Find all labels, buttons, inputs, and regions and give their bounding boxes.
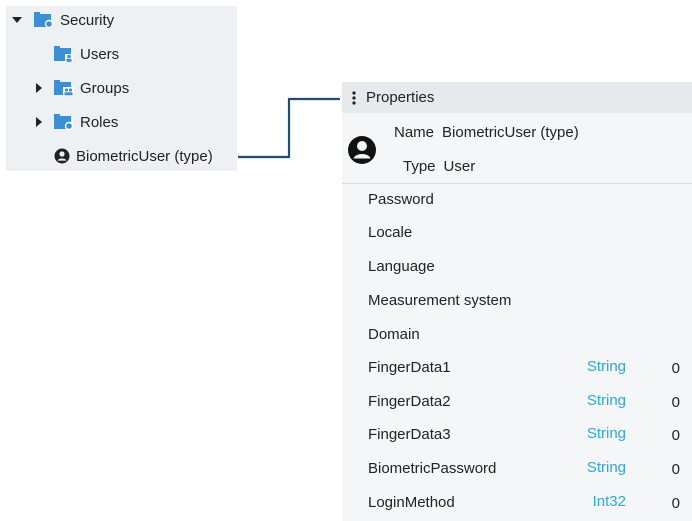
property-row-loginmethod[interactable]: LoginMethod Int32 0 xyxy=(342,487,692,520)
property-name: LoginMethod xyxy=(368,494,455,511)
tree-item-label: Security xyxy=(60,11,115,29)
tree-item-label: Users xyxy=(80,45,120,63)
property-row-fingerdata3[interactable]: FingerData3 String 0 xyxy=(342,419,692,452)
property-name: BiometricPassword xyxy=(368,460,497,477)
property-name: Password xyxy=(368,191,434,208)
folder-user-icon xyxy=(54,46,74,62)
property-name: FingerData2 xyxy=(368,393,451,410)
property-row-fingerdata1[interactable]: FingerData1 String 0 xyxy=(342,352,692,385)
tree-item-roles[interactable]: Roles xyxy=(32,108,118,136)
user-circle-icon xyxy=(54,148,70,164)
property-name: Language xyxy=(368,258,435,275)
info-type-line: Type User xyxy=(403,155,475,177)
user-circle-icon xyxy=(347,135,377,165)
property-type: Int32 xyxy=(592,493,626,510)
tree-item-label: BiometricUser (type) xyxy=(76,147,213,165)
name-key: Name xyxy=(394,123,435,141)
property-row-fingerdata2[interactable]: FingerData2 String 0 xyxy=(342,386,692,419)
property-type: String xyxy=(586,392,626,409)
more-vertical-icon[interactable] xyxy=(342,82,366,113)
tree-item-biometricuser[interactable]: BiometricUser (type) xyxy=(54,142,213,170)
properties-panel: Properties Name BiometricUser (type) Typ… xyxy=(342,82,692,521)
property-name: Measurement system xyxy=(368,292,512,309)
property-row-locale[interactable]: Locale xyxy=(342,217,692,250)
folder-group-icon xyxy=(54,80,74,96)
property-value: 0 xyxy=(671,427,680,444)
tree-item-users[interactable]: Users xyxy=(54,40,119,68)
property-row-password[interactable]: Password xyxy=(342,184,692,217)
property-value: 0 xyxy=(671,495,680,512)
chevron-down-icon[interactable] xyxy=(10,13,24,27)
properties-header: Properties xyxy=(342,82,692,113)
security-tree: Security Users Groups Roles BiometricUse… xyxy=(6,6,237,171)
tree-item-security[interactable]: Security xyxy=(10,6,114,34)
property-type: String xyxy=(586,459,626,476)
property-type: String xyxy=(586,358,626,375)
tree-item-label: Groups xyxy=(80,79,130,97)
property-name: Locale xyxy=(368,224,413,241)
type-key: Type xyxy=(403,157,436,175)
type-value: User xyxy=(443,157,476,175)
property-value: 0 xyxy=(671,360,680,377)
info-name-line: Name BiometricUser (type) xyxy=(394,121,579,143)
property-row-domain[interactable]: Domain xyxy=(342,319,692,352)
chevron-right-icon[interactable] xyxy=(32,81,46,95)
property-value: 0 xyxy=(671,394,680,411)
chevron-right-icon[interactable] xyxy=(32,115,46,129)
property-name: FingerData3 xyxy=(368,426,451,443)
properties-info: Name BiometricUser (type) Type User xyxy=(342,113,692,184)
folder-shield-icon xyxy=(54,114,74,131)
property-type: String xyxy=(586,425,626,442)
property-row-biometricpassword[interactable]: BiometricPassword String 0 xyxy=(342,453,692,486)
tree-item-groups[interactable]: Groups xyxy=(32,74,129,102)
properties-title: Properties xyxy=(366,89,435,106)
property-row-language[interactable]: Language xyxy=(342,251,692,284)
name-value: BiometricUser (type) xyxy=(442,123,579,141)
property-name: FingerData1 xyxy=(368,359,451,376)
tree-item-label: Roles xyxy=(80,113,119,131)
property-value: 0 xyxy=(671,461,680,478)
property-row-measurement-system[interactable]: Measurement system xyxy=(342,285,692,318)
property-name: Domain xyxy=(368,326,420,343)
folder-shield-icon xyxy=(34,12,54,29)
